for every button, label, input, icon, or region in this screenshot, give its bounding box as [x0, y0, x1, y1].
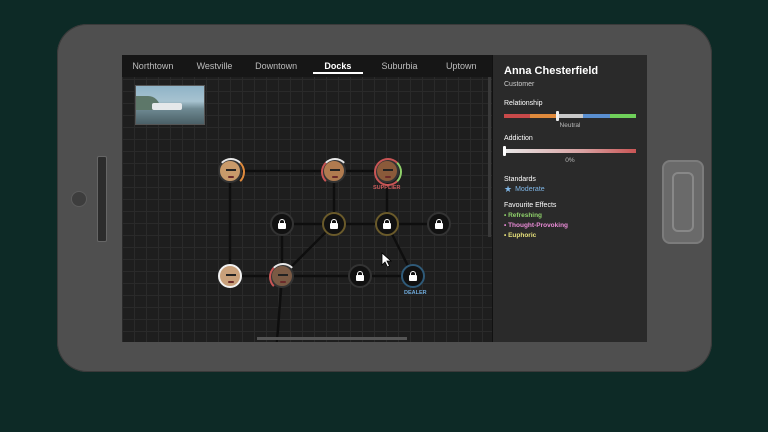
face-mouth	[228, 281, 234, 283]
relationship-bar	[504, 114, 637, 118]
map-horizontal-scrollbar[interactable]	[257, 337, 407, 340]
customer-name: Anna Chesterfield	[504, 65, 599, 77]
face-eyes	[278, 274, 288, 279]
lock-icon	[408, 271, 418, 281]
standards-value: Moderate	[515, 186, 545, 193]
phone-button-inner	[672, 172, 694, 232]
lock-icon	[329, 219, 339, 229]
face-eyes	[383, 169, 393, 174]
addiction-bar	[504, 149, 636, 153]
face-mouth	[228, 176, 234, 178]
dealer-label: DEALER	[404, 290, 427, 296]
map-vertical-scrollbar[interactable]	[488, 77, 491, 237]
contact-avatar-face[interactable]	[217, 158, 245, 186]
locked-contact[interactable]	[270, 212, 294, 236]
customer-info-panel: Anna Chesterfield Customer Relationship …	[492, 55, 647, 342]
relationship-marker	[555, 111, 559, 121]
face-mouth	[280, 281, 286, 283]
face-mouth	[332, 176, 338, 178]
relationship-value: Neutral	[559, 122, 581, 129]
contacts-map[interactable]: Northtown Westville Downtown Docks Subur…	[122, 55, 492, 342]
standards-row: ★ Moderate	[504, 185, 545, 194]
customer-role: Customer	[504, 81, 535, 88]
effect-item: • Refreshing	[504, 212, 543, 219]
addiction-value: 0%	[565, 157, 575, 164]
favourite-effects-heading: Favourite Effects	[504, 202, 557, 209]
contact-avatar-face[interactable]	[321, 158, 349, 186]
lock-icon	[434, 219, 444, 229]
effect-item: • Euphoric	[504, 232, 537, 239]
face-eyes	[330, 169, 340, 174]
mouse-cursor-icon	[381, 252, 393, 268]
relationship-segment	[583, 114, 610, 118]
locked-contact[interactable]	[322, 212, 346, 236]
supplier-avatar[interactable]	[374, 158, 402, 186]
phone-home-button[interactable]	[662, 160, 704, 244]
addiction-marker	[503, 146, 506, 156]
face-eyes	[226, 274, 236, 279]
dealer-contact[interactable]	[401, 264, 425, 288]
addiction-heading: Addiction	[504, 135, 533, 142]
lock-icon	[277, 219, 287, 229]
star-icon: ★	[504, 184, 513, 194]
contact-avatar-face[interactable]	[269, 263, 297, 291]
face-mouth	[385, 176, 391, 178]
relationship-segment	[556, 114, 584, 118]
relationship-segment	[609, 114, 637, 118]
relationship-heading: Relationship	[504, 100, 543, 107]
locked-contact[interactable]	[348, 264, 372, 288]
face-eyes	[226, 169, 236, 174]
phone-slot	[97, 156, 107, 242]
connection-lines	[228, 169, 439, 342]
standards-heading: Standards	[504, 176, 536, 183]
lock-icon	[355, 271, 365, 281]
phone-camera	[71, 191, 87, 207]
selected-contact-avatar[interactable]	[218, 264, 242, 288]
locked-contact[interactable]	[427, 212, 451, 236]
supplier-label: SUPPLIER	[373, 185, 401, 191]
relationship-segment	[504, 114, 531, 118]
effect-item: • Thought-Provoking	[504, 222, 569, 229]
locked-contact[interactable]	[375, 212, 399, 236]
relationship-segment	[530, 114, 557, 118]
lock-icon	[382, 219, 392, 229]
phone-screen: Northtown Westville Downtown Docks Subur…	[122, 55, 647, 342]
